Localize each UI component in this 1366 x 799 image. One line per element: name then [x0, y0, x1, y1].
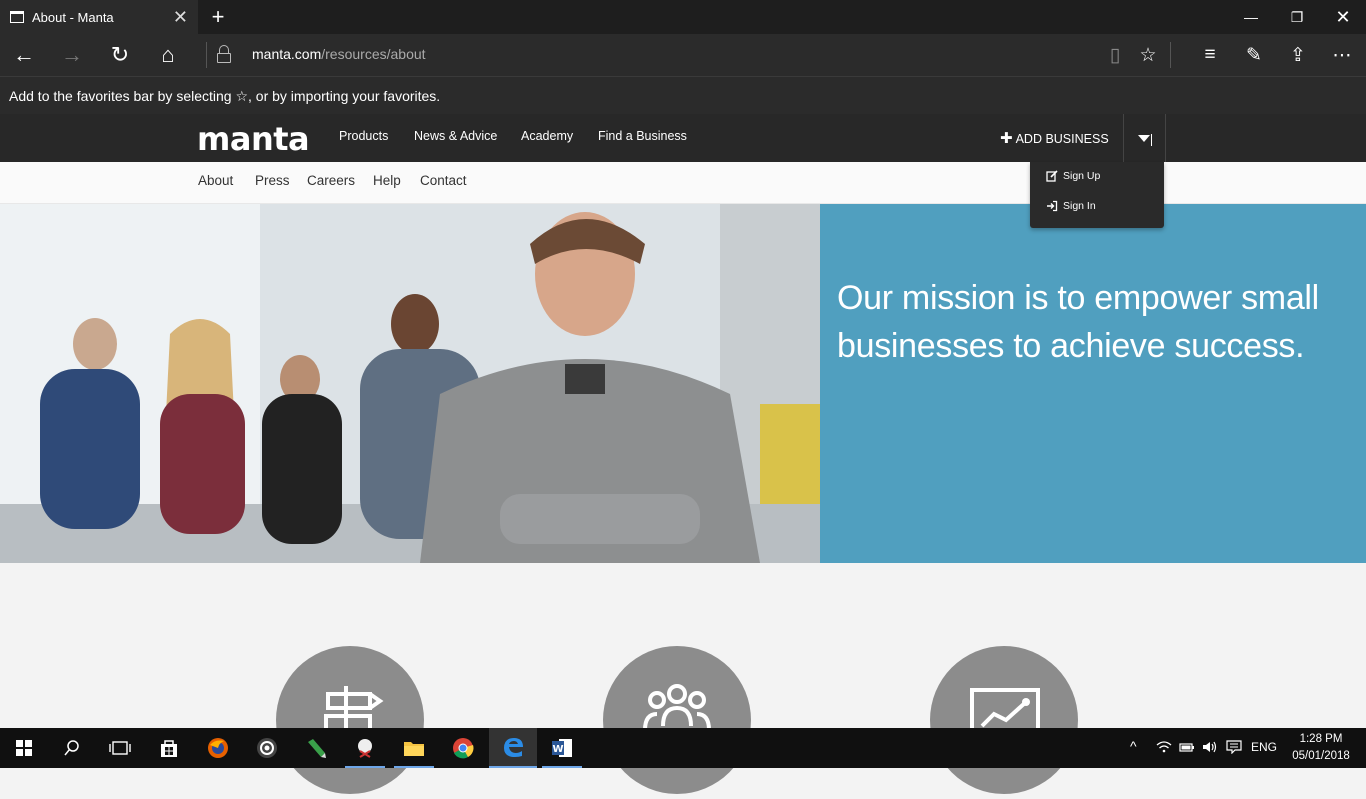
account-dropdown-menu: Sign Up Sign In: [1030, 162, 1164, 228]
clock-time: 1:28 PM: [1299, 733, 1343, 745]
people-icon-circle: [603, 646, 751, 794]
file-explorer-icon[interactable]: [390, 728, 438, 768]
growth-chart-icon: [970, 688, 1040, 742]
nav-academy[interactable]: Academy: [521, 129, 573, 143]
subnav-press[interactable]: Press: [255, 173, 290, 188]
nav-products[interactable]: Products: [339, 129, 388, 143]
edit-icon: [1046, 170, 1058, 182]
subnav-help[interactable]: Help: [373, 173, 401, 188]
signpost-icon-circle: [276, 646, 424, 794]
sign-up-link[interactable]: Sign Up: [1046, 170, 1100, 182]
svg-text:W: W: [552, 744, 563, 755]
divider: [1170, 42, 1171, 68]
account-dropdown-toggle[interactable]: [1123, 114, 1166, 162]
home-icon[interactable]: ⌂: [152, 40, 184, 70]
input-language[interactable]: ENG: [1251, 740, 1277, 754]
nav-find-business[interactable]: Find a Business: [598, 129, 687, 143]
camera-app-icon[interactable]: [243, 728, 291, 768]
site-header: manta Products News & Advice Academy Fin…: [0, 114, 1366, 162]
search-icon[interactable]: [48, 728, 96, 768]
browser-nav-bar: ← → ↻ ⌂ manta.com/resources/about ▯ ☆ ≡ …: [0, 34, 1366, 76]
subnav-about[interactable]: About: [198, 173, 233, 188]
address-bar[interactable]: manta.com/resources/about: [252, 46, 426, 62]
system-clock[interactable]: 1:28 PM 05/01/2018: [1290, 731, 1352, 765]
url-domain: manta.com: [252, 46, 322, 62]
windows-taskbar: W ^ ENG 1:28 PM 05/01/2018: [0, 728, 1366, 768]
store-icon[interactable]: [145, 728, 193, 768]
caret-down-icon: [1137, 134, 1150, 142]
forward-arrow-icon[interactable]: →: [56, 40, 88, 70]
favorites-bar: Add to the favorites bar by selecting ☆,…: [0, 76, 1366, 114]
refresh-icon[interactable]: ↻: [104, 40, 136, 70]
divider: [206, 42, 207, 68]
browser-tab[interactable]: About - Manta ✕: [0, 0, 198, 34]
growth-chart-icon-circle: [930, 646, 1078, 794]
add-business-button[interactable]: ✚ ADD BUSINESS: [1000, 129, 1109, 147]
reading-view-icon[interactable]: ▯: [1099, 40, 1131, 70]
minimize-icon[interactable]: —: [1228, 0, 1274, 34]
add-business-label: ADD BUSINESS: [1015, 132, 1109, 146]
signpost-icon: [324, 686, 384, 746]
snipping-tool-icon[interactable]: [341, 728, 389, 768]
new-tab-button[interactable]: +: [206, 4, 230, 30]
share-icon[interactable]: ⇪: [1282, 40, 1314, 70]
mission-panel: Our mission is to empower small business…: [820, 204, 1366, 563]
url-path: /resources/about: [321, 46, 426, 62]
subnav-careers[interactable]: Careers: [307, 173, 355, 188]
close-tab-icon[interactable]: ✕: [173, 7, 188, 28]
people-icon: [643, 684, 711, 731]
mission-statement: Our mission is to empower small business…: [837, 279, 1319, 365]
hero-photo: [0, 204, 820, 563]
word-icon[interactable]: W: [538, 728, 586, 768]
close-window-icon[interactable]: ✕: [1320, 0, 1366, 34]
features-section: [0, 563, 1366, 794]
windows-start-icon[interactable]: [0, 728, 48, 768]
restore-icon[interactable]: ❐: [1274, 0, 1320, 34]
notification-icon[interactable]: [1226, 740, 1242, 757]
lock-icon[interactable]: [217, 45, 231, 63]
back-arrow-icon[interactable]: ←: [8, 40, 40, 70]
sign-in-label: Sign In: [1063, 200, 1096, 212]
show-hidden-icons-icon[interactable]: ^: [1130, 738, 1137, 754]
firefox-icon[interactable]: [194, 728, 242, 768]
web-note-icon[interactable]: ✎: [1238, 40, 1270, 70]
manta-logo[interactable]: manta: [197, 120, 310, 158]
hub-icon[interactable]: ≡: [1194, 40, 1226, 70]
browser-tab-bar: About - Manta ✕ + — ❐ ✕: [0, 0, 1366, 34]
task-view-icon[interactable]: [96, 728, 144, 768]
sign-in-link[interactable]: Sign In: [1046, 200, 1096, 212]
plus-icon: ✚: [1000, 130, 1013, 147]
edge-browser-icon[interactable]: [489, 728, 537, 768]
chrome-icon[interactable]: [439, 728, 487, 768]
more-icon[interactable]: ⋯: [1326, 40, 1358, 70]
wifi-icon[interactable]: [1156, 740, 1172, 757]
sign-in-icon: [1047, 200, 1058, 212]
tab-title: About - Manta: [32, 9, 114, 25]
nav-news-advice[interactable]: News & Advice: [414, 129, 497, 143]
volume-icon[interactable]: [1202, 740, 1218, 757]
favorite-star-icon[interactable]: ☆: [1132, 40, 1164, 70]
clock-date: 05/01/2018: [1292, 750, 1350, 762]
subnav-contact[interactable]: Contact: [420, 173, 467, 188]
marker-app-icon[interactable]: [292, 728, 340, 768]
page-icon: [10, 11, 24, 23]
battery-icon[interactable]: [1179, 740, 1195, 757]
sign-up-label: Sign Up: [1063, 170, 1101, 182]
